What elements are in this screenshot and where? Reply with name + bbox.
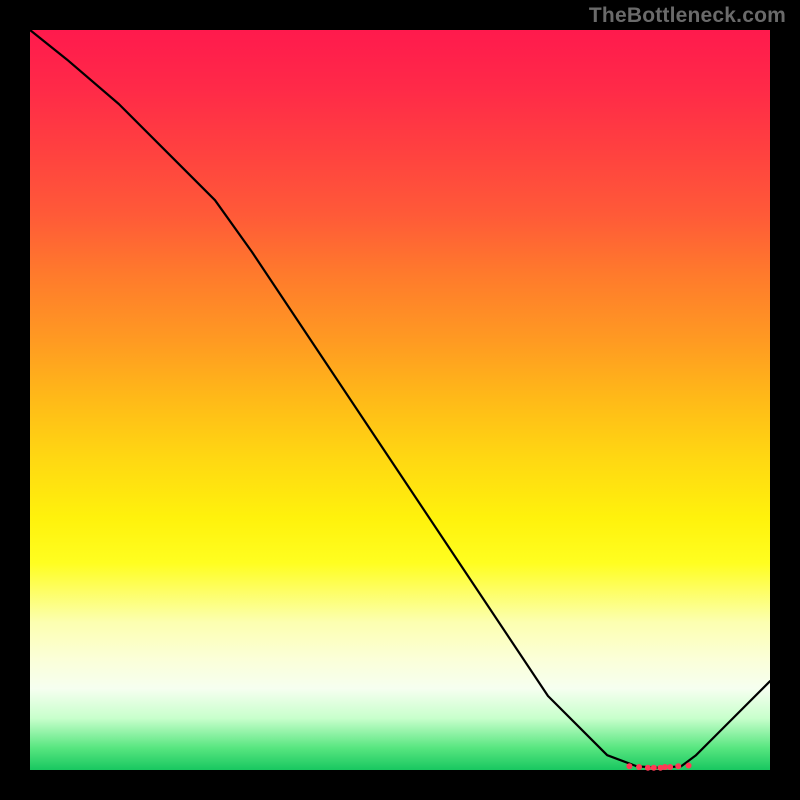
chart-marker-dot [662, 764, 668, 770]
chart-plot-area [30, 30, 770, 770]
watermark-text: TheBottleneck.com [589, 4, 786, 28]
chart-marker-dot [667, 764, 673, 770]
chart-svg [30, 30, 770, 770]
chart-marker-dot [675, 763, 681, 769]
chart-frame: TheBottleneck.com [0, 0, 800, 800]
chart-marker-dot [626, 763, 632, 769]
chart-marker-dot [636, 764, 642, 770]
chart-marker-dot [645, 765, 651, 771]
chart-marker-dot [686, 763, 692, 769]
chart-curve [30, 30, 770, 768]
chart-marker-dot [651, 765, 657, 771]
